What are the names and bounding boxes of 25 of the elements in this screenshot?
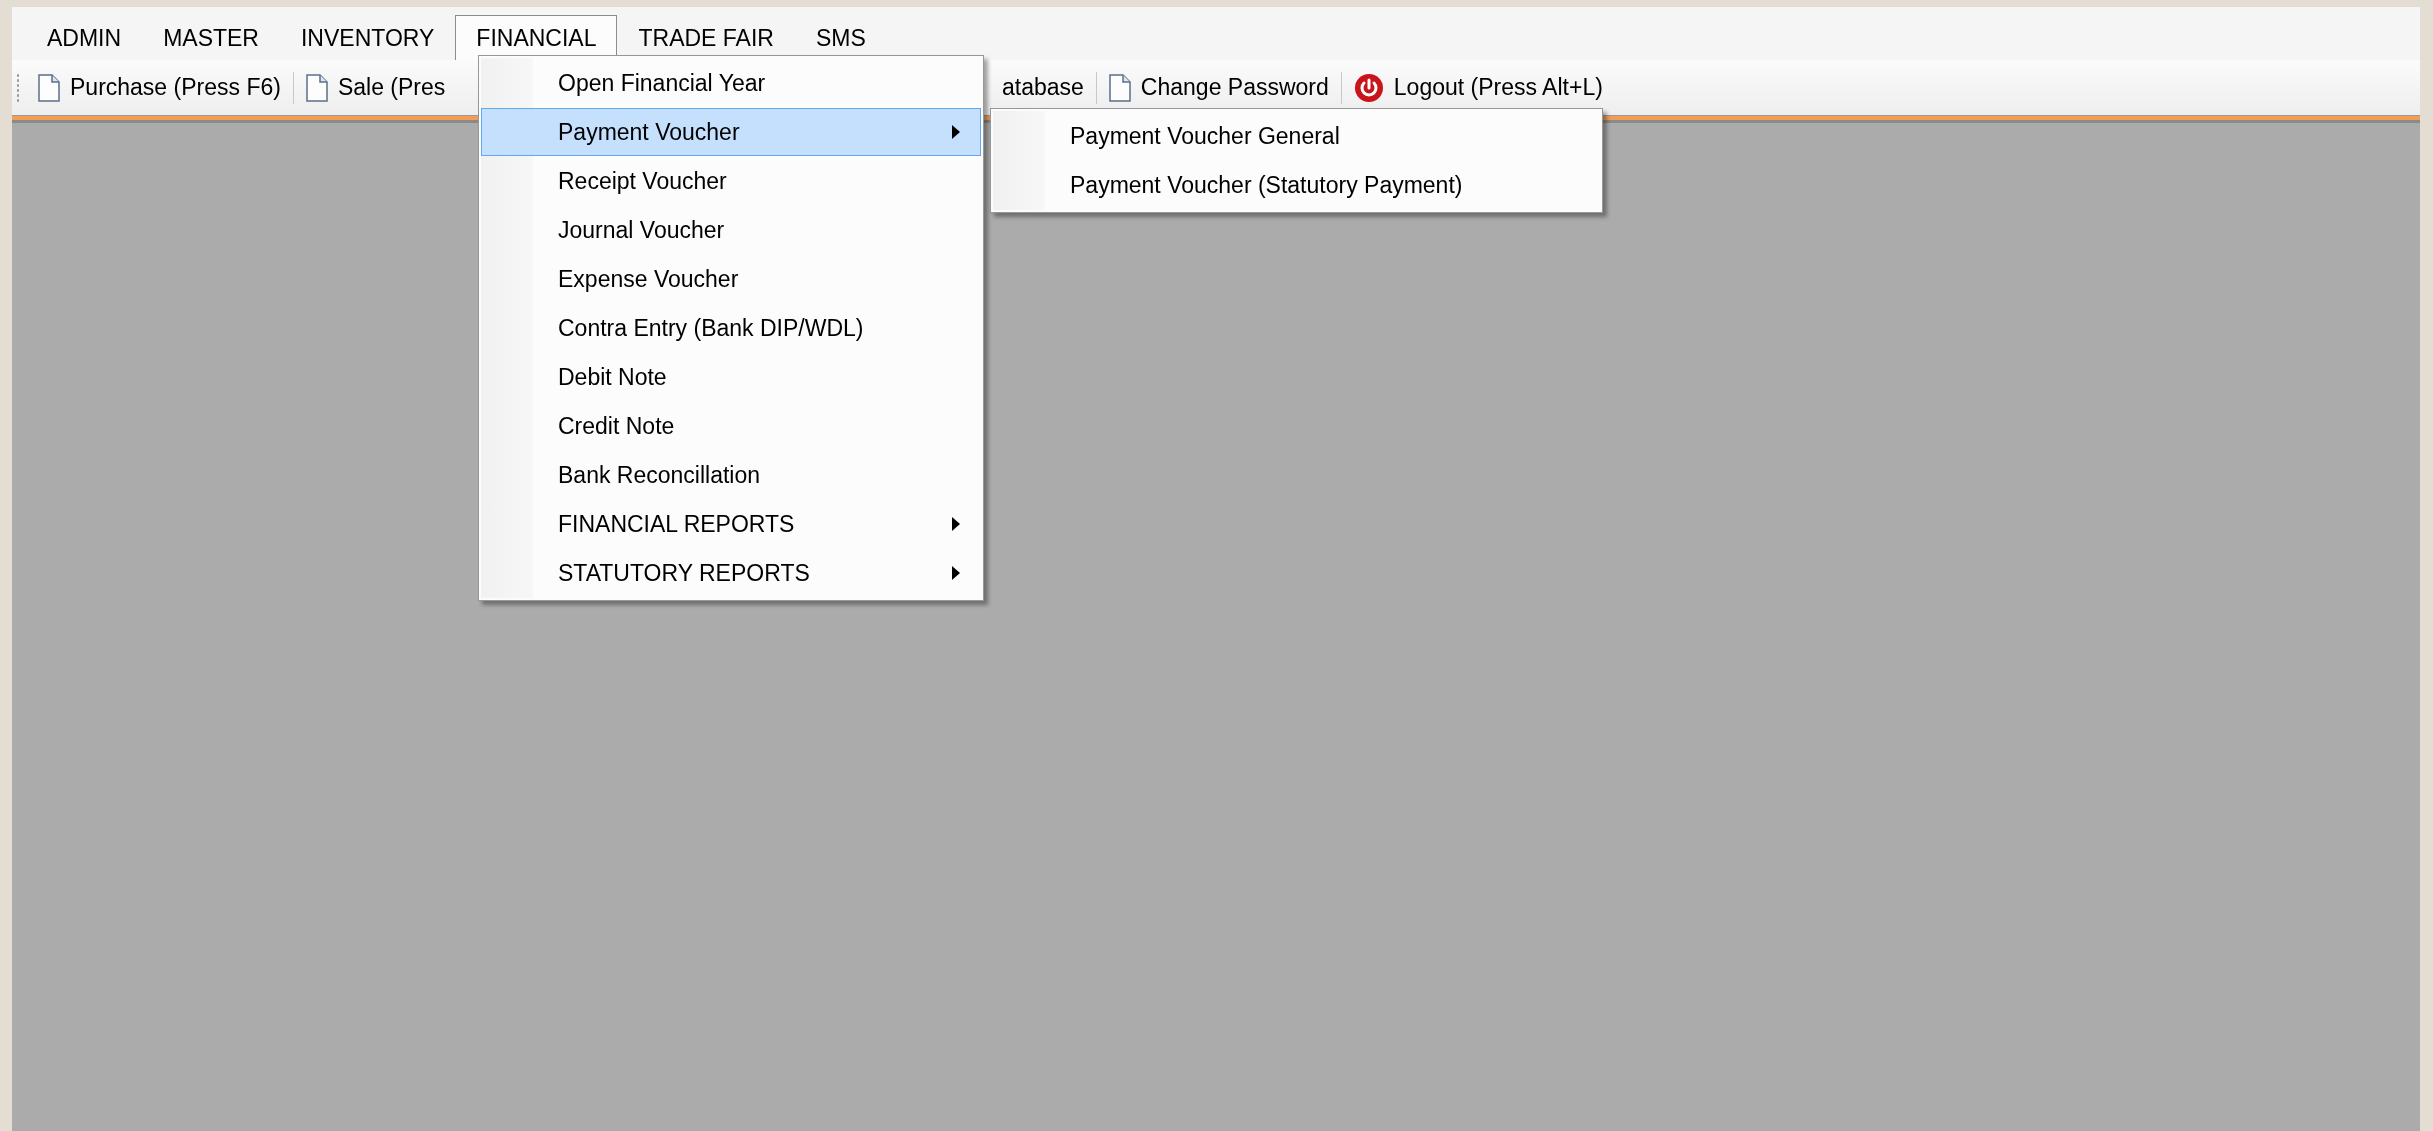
toolbar-button[interactable]: atabase <box>994 74 1092 101</box>
menu-item[interactable]: STATUTORY REPORTS <box>481 549 981 597</box>
toolbar-button[interactable]: Sale (Pres <box>297 73 454 102</box>
menu-bar-item[interactable]: ADMIN <box>26 15 143 60</box>
toolbar-button[interactable]: Logout (Press Alt+L) <box>1345 72 1611 103</box>
menu-bar-item[interactable]: INVENTORY <box>279 15 456 60</box>
menu-item[interactable]: Payment Voucher (Statutory Payment) <box>993 161 1600 209</box>
menu-item[interactable]: FINANCIAL REPORTS <box>481 500 981 548</box>
document-icon <box>38 73 60 102</box>
menu-item[interactable]: Bank Reconcillation <box>481 451 981 499</box>
power-icon <box>1353 72 1384 103</box>
menu-item[interactable]: Credit Note <box>481 402 981 450</box>
menu-item[interactable]: Payment Voucher General <box>993 112 1600 160</box>
document-icon <box>305 73 328 102</box>
menu-bar-item[interactable]: MASTER <box>142 15 280 60</box>
menu-item[interactable]: Debit Note <box>481 353 981 401</box>
toolbar-button[interactable]: Purchase (Press F6) <box>30 73 289 102</box>
menu-item[interactable]: Journal Voucher <box>481 206 981 254</box>
document-icon <box>1108 73 1131 102</box>
menu-item[interactable]: Receipt Voucher <box>481 157 981 205</box>
menu-item[interactable]: Expense Voucher <box>481 255 981 303</box>
menu-item[interactable]: Payment Voucher <box>481 108 981 156</box>
menu-item[interactable]: Open Financial Year <box>481 59 981 107</box>
menu-item[interactable]: Contra Entry (Bank DIP/WDL) <box>481 304 981 352</box>
toolbar-button[interactable]: Change Password <box>1100 73 1337 102</box>
